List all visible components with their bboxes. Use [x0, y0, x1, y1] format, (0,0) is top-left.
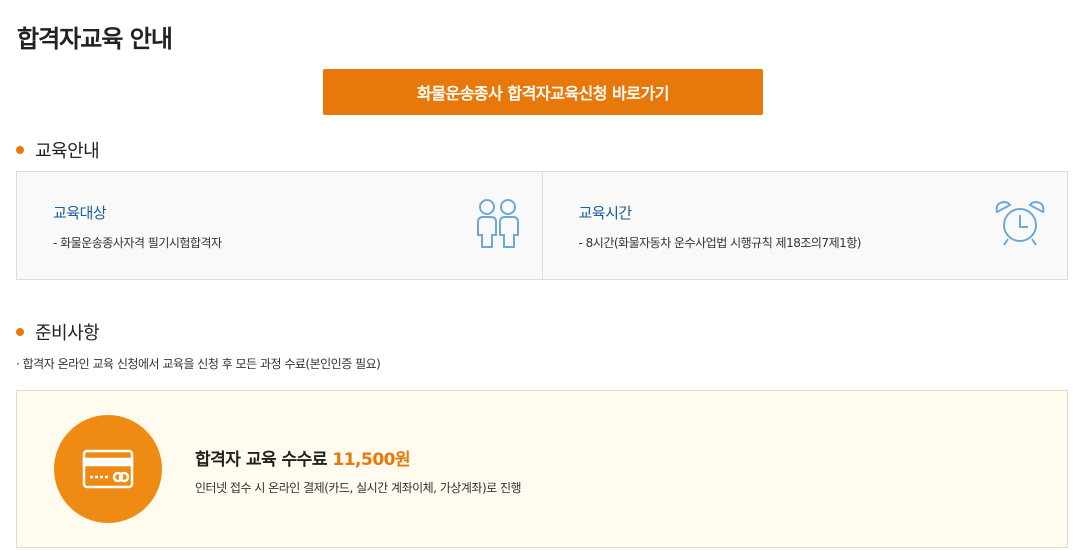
fee-title: 합격자 교육 수수료 11,500원	[195, 445, 411, 470]
section-heading-text: 준비사항	[35, 323, 100, 344]
credit-card-icon	[82, 449, 134, 489]
section-heading-text: 교육안내	[35, 141, 100, 162]
info-cell-target: 교육대상 - 화물운송종사자격 필기시험합격자	[17, 172, 542, 279]
apply-education-button[interactable]: 화물운송종사 합격자교육신청 바로가기	[323, 69, 763, 115]
fee-desc: 인터넷 접수 시 온라인 결제(카드, 실시간 계좌이체, 가상계좌)로 진행	[195, 481, 522, 495]
info-cell-desc: - 8시간(화물자동차 운수사업법 시행규칙 제18조의7제1항)	[578, 236, 862, 250]
education-info-box: 교육대상 - 화물운송종사자격 필기시험합격자 교육시간 - 8시간(화물자동차…	[16, 171, 1068, 280]
bullet-dot-icon	[16, 146, 24, 154]
info-cell-desc: - 화물운송종사자격 필기시험합격자	[53, 236, 222, 250]
section-heading-education: 교육안내	[16, 137, 100, 163]
info-cell-title: 교육시간	[578, 204, 633, 222]
fee-amount: 11,500원	[332, 450, 411, 470]
info-cell-title: 교육대상	[53, 204, 107, 222]
fee-title-text: 합격자 교육 수수료	[195, 450, 327, 470]
prep-note: · 합격자 온라인 교육 신청에서 교육을 신청 후 모든 과정 수료(본인인증…	[16, 357, 381, 371]
fee-circle	[54, 415, 162, 523]
bullet-dot-icon	[16, 328, 24, 336]
fee-box: 합격자 교육 수수료 11,500원 인터넷 접수 시 온라인 결제(카드, 실…	[16, 390, 1068, 548]
alarm-clock-icon	[993, 198, 1047, 252]
page-title: 합격자교육 안내	[17, 25, 173, 53]
info-cell-time: 교육시간 - 8시간(화물자동차 운수사업법 시행규칙 제18조의7제1항)	[541, 172, 1068, 279]
people-icon	[475, 198, 521, 254]
section-heading-prep: 준비사항	[16, 319, 100, 345]
